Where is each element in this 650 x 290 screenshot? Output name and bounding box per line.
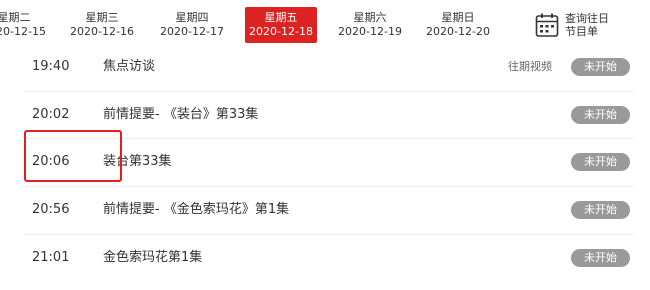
program-time: 21:01: [32, 250, 70, 265]
date-tab-thu[interactable]: 星期四 2020-12-17: [156, 7, 228, 43]
past-videos-link[interactable]: 往期视频: [508, 43, 552, 90]
status-badge: 未开始: [571, 58, 630, 76]
status-badge: 未开始: [571, 153, 630, 171]
program-row: 21:01 金色索玛花第1集 未开始: [0, 234, 650, 281]
date-tab-sun[interactable]: 星期日 2020-12-20: [422, 7, 494, 43]
history-schedule-button[interactable]: 查询往日 节目单: [535, 9, 645, 43]
date-tab-wed[interactable]: 星期三 2020-12-16: [66, 7, 138, 43]
date-tab-date: 2020-12-18: [249, 25, 313, 38]
program-title[interactable]: 焦点访谈: [103, 43, 155, 90]
highlight-box: [24, 130, 122, 182]
status-badge: 未开始: [571, 201, 630, 219]
date-tab-date: 2020-12-16: [70, 25, 134, 38]
date-tab-weekday: 星期日: [441, 11, 475, 24]
program-row: 19:40 焦点访谈 往期视频 未开始: [0, 43, 650, 90]
date-tab-weekday: 星期二: [0, 11, 31, 24]
program-title[interactable]: 前情提要- 《装台》第33集: [103, 91, 258, 138]
date-tab-date: 2020-12-19: [338, 25, 402, 38]
date-tab-date: 2020-12-15: [0, 25, 46, 38]
history-schedule-label: 查询往日 节目单: [565, 12, 625, 38]
date-tab-weekday: 星期四: [175, 11, 209, 24]
date-tab-weekday: 星期六: [353, 11, 387, 24]
calendar-icon: [535, 13, 559, 37]
program-title[interactable]: 金色索玛花第1集: [103, 234, 202, 281]
history-line2: 节目单: [565, 25, 598, 38]
date-tab-date: 2020-12-20: [426, 25, 490, 38]
date-tab-date: 2020-12-17: [160, 25, 224, 38]
status-badge: 未开始: [571, 249, 630, 267]
program-row: 20:56 前情提要- 《金色索玛花》第1集 未开始: [0, 186, 650, 233]
date-tab-fri[interactable]: 星期五 2020-12-18: [245, 7, 317, 43]
program-time: 19:40: [32, 59, 70, 74]
date-tab-sat[interactable]: 星期六 2020-12-19: [334, 7, 406, 43]
program-time: 20:56: [32, 202, 70, 217]
date-tab-weekday: 星期三: [85, 11, 119, 24]
program-title[interactable]: 前情提要- 《金色索玛花》第1集: [103, 186, 289, 233]
date-tab-tue[interactable]: 星期二 2020-12-15: [0, 7, 50, 43]
status-badge: 未开始: [571, 106, 630, 124]
history-line1: 查询往日: [565, 12, 609, 25]
date-tab-weekday: 星期五: [264, 11, 298, 24]
